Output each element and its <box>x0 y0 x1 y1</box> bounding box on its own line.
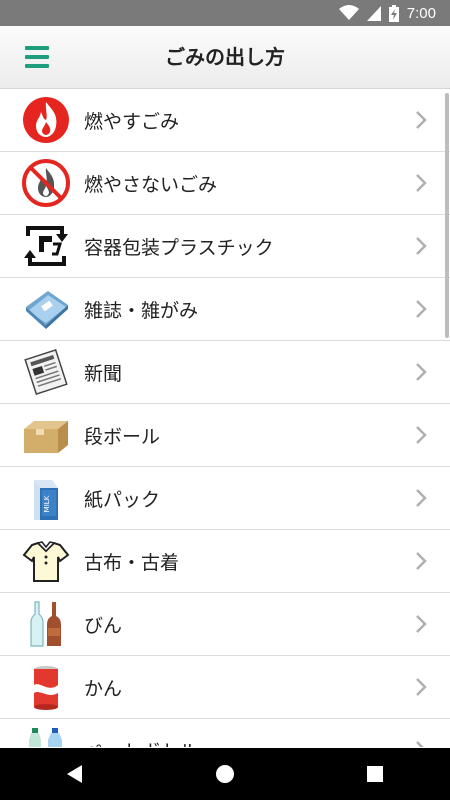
list-item-paper-pack[interactable]: MILK 紙パック <box>0 467 450 530</box>
list-item-non-burnable[interactable]: 燃やさないごみ <box>0 152 450 215</box>
list-item-label: 段ボール <box>84 425 161 448</box>
list-item-label: 容器包装プラスチック <box>84 236 274 259</box>
list-item-cans[interactable]: かん <box>0 656 450 719</box>
home-circle-icon[interactable] <box>201 750 249 798</box>
pet-bottle-icon <box>29 728 62 747</box>
cell-signal-icon <box>366 6 381 21</box>
cardboard-box-icon <box>24 421 68 453</box>
list-item-cardboard[interactable]: 段ボール <box>0 404 450 467</box>
wifi-icon <box>338 5 359 20</box>
chevron-right-icon <box>416 615 427 633</box>
status-bar: 7:00 <box>0 0 450 26</box>
scrollbar[interactable] <box>445 93 449 338</box>
newspaper-icon <box>24 348 68 396</box>
list-item-magazines[interactable]: 雑誌・雑がみ <box>0 278 450 341</box>
list-item-old-clothes[interactable]: 古布・古着 <box>0 530 450 593</box>
list-item-label: びん <box>84 614 123 637</box>
list-item-label: 古布・古着 <box>84 551 180 574</box>
list-item-label: 燃やさないごみ <box>84 173 218 196</box>
list-item-label: ペットボトル <box>84 737 198 748</box>
system-nav-bar <box>0 748 450 800</box>
shirt-icon <box>22 541 70 582</box>
category-list: 燃やすごみ 燃やさないごみ 容器包装プラスチック 雑誌・雑がみ 新聞 段ボール … <box>0 89 450 747</box>
list-item-newspaper[interactable]: 新聞 <box>0 341 450 404</box>
plastic-recycle-icon <box>24 226 68 266</box>
list-item-label: 紙パック <box>84 488 161 511</box>
fire-icon <box>23 97 69 143</box>
app-bar: ごみの出し方 <box>0 26 450 89</box>
list-item-plastic[interactable]: 容器包装プラスチック <box>0 215 450 278</box>
list-item-label: 燃やすごみ <box>84 110 180 133</box>
clock: 7:00 <box>406 4 436 22</box>
back-triangle-icon[interactable] <box>51 750 99 798</box>
list-item-bottles[interactable]: びん <box>0 593 450 656</box>
chevron-right-icon <box>416 678 427 696</box>
page-title: ごみの出し方 <box>165 45 285 69</box>
chevron-right-icon <box>416 300 427 318</box>
chevron-right-icon <box>416 741 424 747</box>
chevron-right-icon <box>416 174 427 192</box>
magazine-icon <box>26 291 68 329</box>
svg-text:MILK: MILK <box>43 495 51 512</box>
chevron-right-icon <box>416 552 427 570</box>
milk-carton-icon: MILK <box>34 480 58 520</box>
can-icon <box>34 666 58 710</box>
list-item-pet-bottles[interactable]: ペットボトル <box>0 719 450 747</box>
chevron-right-icon <box>416 363 427 381</box>
list-item-label: かん <box>84 677 123 700</box>
battery-charging-icon <box>388 4 399 22</box>
list-item-label: 新聞 <box>84 362 123 385</box>
chevron-right-icon <box>416 111 427 129</box>
list-item-label: 雑誌・雑がみ <box>84 299 199 322</box>
bottles-icon <box>30 601 61 647</box>
chevron-right-icon <box>416 237 427 255</box>
list-item-burnable[interactable]: 燃やすごみ <box>0 89 450 152</box>
chevron-right-icon <box>416 426 427 444</box>
recents-square-icon[interactable] <box>351 750 399 798</box>
no-burn-icon <box>22 159 70 207</box>
chevron-right-icon <box>416 489 427 507</box>
